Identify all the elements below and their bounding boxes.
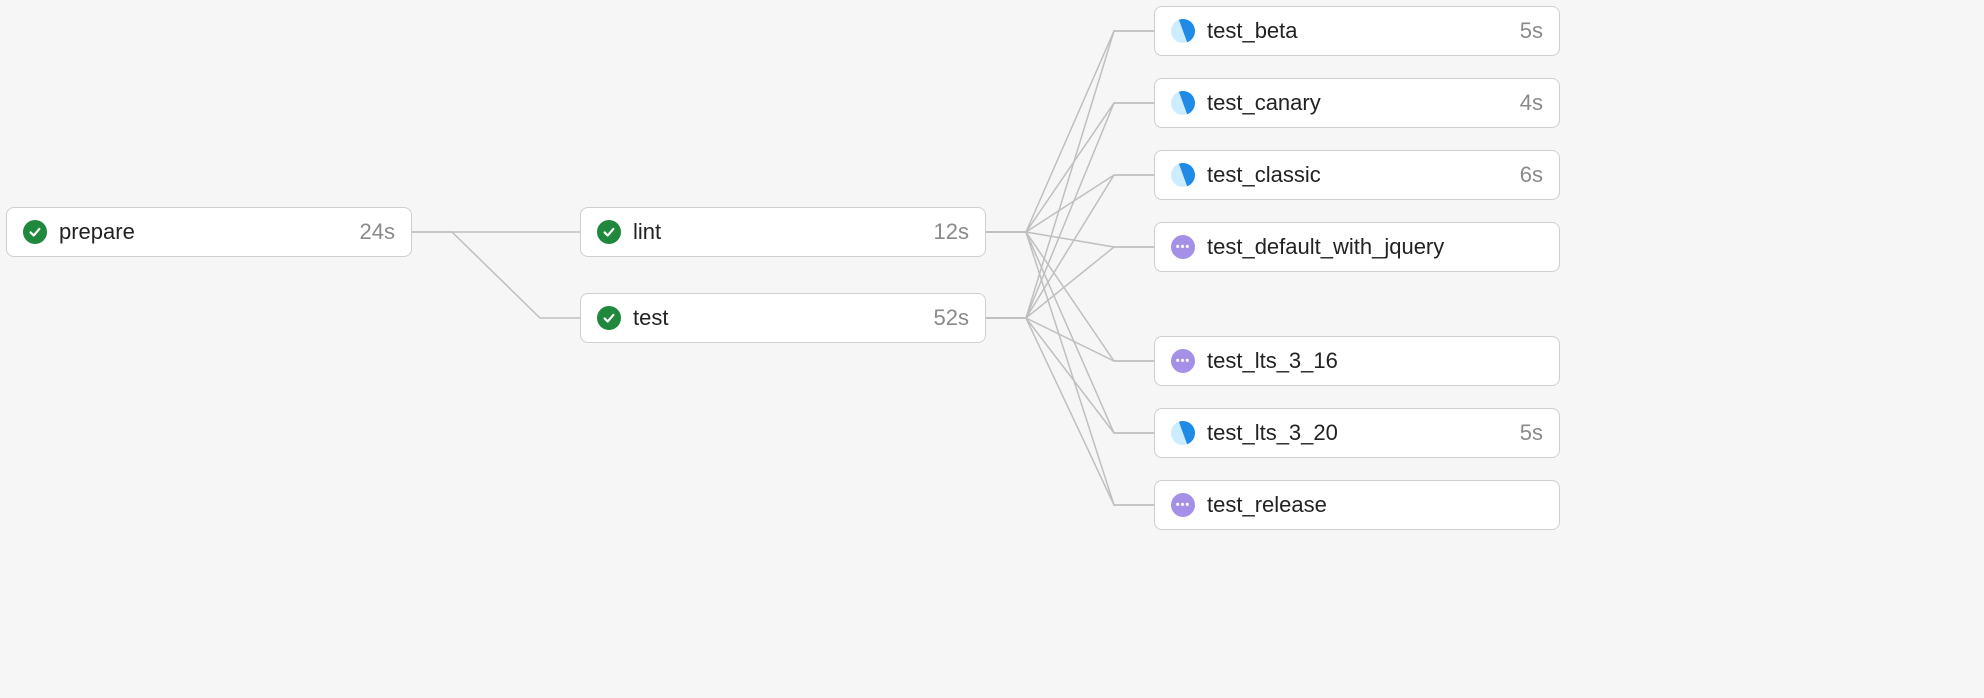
edge-test-to-test_lts_3_20	[986, 318, 1154, 433]
job-card-test_classic[interactable]: test_classic 6s	[1154, 150, 1560, 200]
edge-lint-to-test_lts_3_20	[986, 232, 1154, 433]
job-duration: 6s	[1520, 162, 1543, 188]
edge-test-to-test_classic	[986, 175, 1154, 318]
job-label: test_lts_3_20	[1207, 420, 1512, 446]
job-card-test_release[interactable]: ••• test_release	[1154, 480, 1560, 530]
running-icon	[1171, 421, 1195, 445]
edge-test-to-test_default_with_jquery	[986, 247, 1154, 318]
check-icon	[597, 220, 621, 244]
job-label: test_beta	[1207, 18, 1512, 44]
running-icon	[1171, 91, 1195, 115]
waiting-icon: •••	[1171, 235, 1195, 259]
edge-lint-to-test_canary	[986, 103, 1154, 232]
running-icon	[1171, 19, 1195, 43]
edge-lint-to-test_classic	[986, 175, 1154, 232]
job-label: test_classic	[1207, 162, 1512, 188]
job-card-test[interactable]: test 52s	[580, 293, 986, 343]
edge-lint-to-test_lts_3_16	[986, 232, 1154, 361]
edge-lint-to-test_beta	[986, 31, 1154, 232]
edge-test-to-test_canary	[986, 103, 1154, 318]
job-label: test_lts_3_16	[1207, 348, 1543, 374]
job-duration: 5s	[1520, 18, 1543, 44]
job-label: test_canary	[1207, 90, 1512, 116]
connector-layer	[0, 0, 1984, 698]
job-card-test_lts_3_20[interactable]: test_lts_3_20 5s	[1154, 408, 1560, 458]
job-card-test_canary[interactable]: test_canary 4s	[1154, 78, 1560, 128]
job-duration: 12s	[934, 219, 969, 245]
job-card-test_default_with_jquery[interactable]: ••• test_default_with_jquery	[1154, 222, 1560, 272]
waiting-icon: •••	[1171, 493, 1195, 517]
waiting-icon: •••	[1171, 349, 1195, 373]
edge-test-to-test_lts_3_16	[986, 318, 1154, 361]
job-duration: 24s	[360, 219, 395, 245]
check-icon	[597, 306, 621, 330]
edge-lint-to-test_default_with_jquery	[986, 232, 1154, 247]
edge-prepare-to-test	[412, 232, 580, 318]
job-label: test	[633, 305, 926, 331]
job-label: test_release	[1207, 492, 1543, 518]
job-card-prepare[interactable]: prepare 24s	[6, 207, 412, 257]
job-label: prepare	[59, 219, 352, 245]
job-card-test_lts_3_16[interactable]: ••• test_lts_3_16	[1154, 336, 1560, 386]
job-label: test_default_with_jquery	[1207, 234, 1543, 260]
job-label: lint	[633, 219, 926, 245]
job-card-test_beta[interactable]: test_beta 5s	[1154, 6, 1560, 56]
job-duration: 5s	[1520, 420, 1543, 446]
job-card-lint[interactable]: lint 12s	[580, 207, 986, 257]
job-duration: 4s	[1520, 90, 1543, 116]
edge-lint-to-test_release	[986, 232, 1154, 505]
edge-test-to-test_release	[986, 318, 1154, 505]
running-icon	[1171, 163, 1195, 187]
edge-test-to-test_beta	[986, 31, 1154, 318]
check-icon	[23, 220, 47, 244]
job-duration: 52s	[934, 305, 969, 331]
